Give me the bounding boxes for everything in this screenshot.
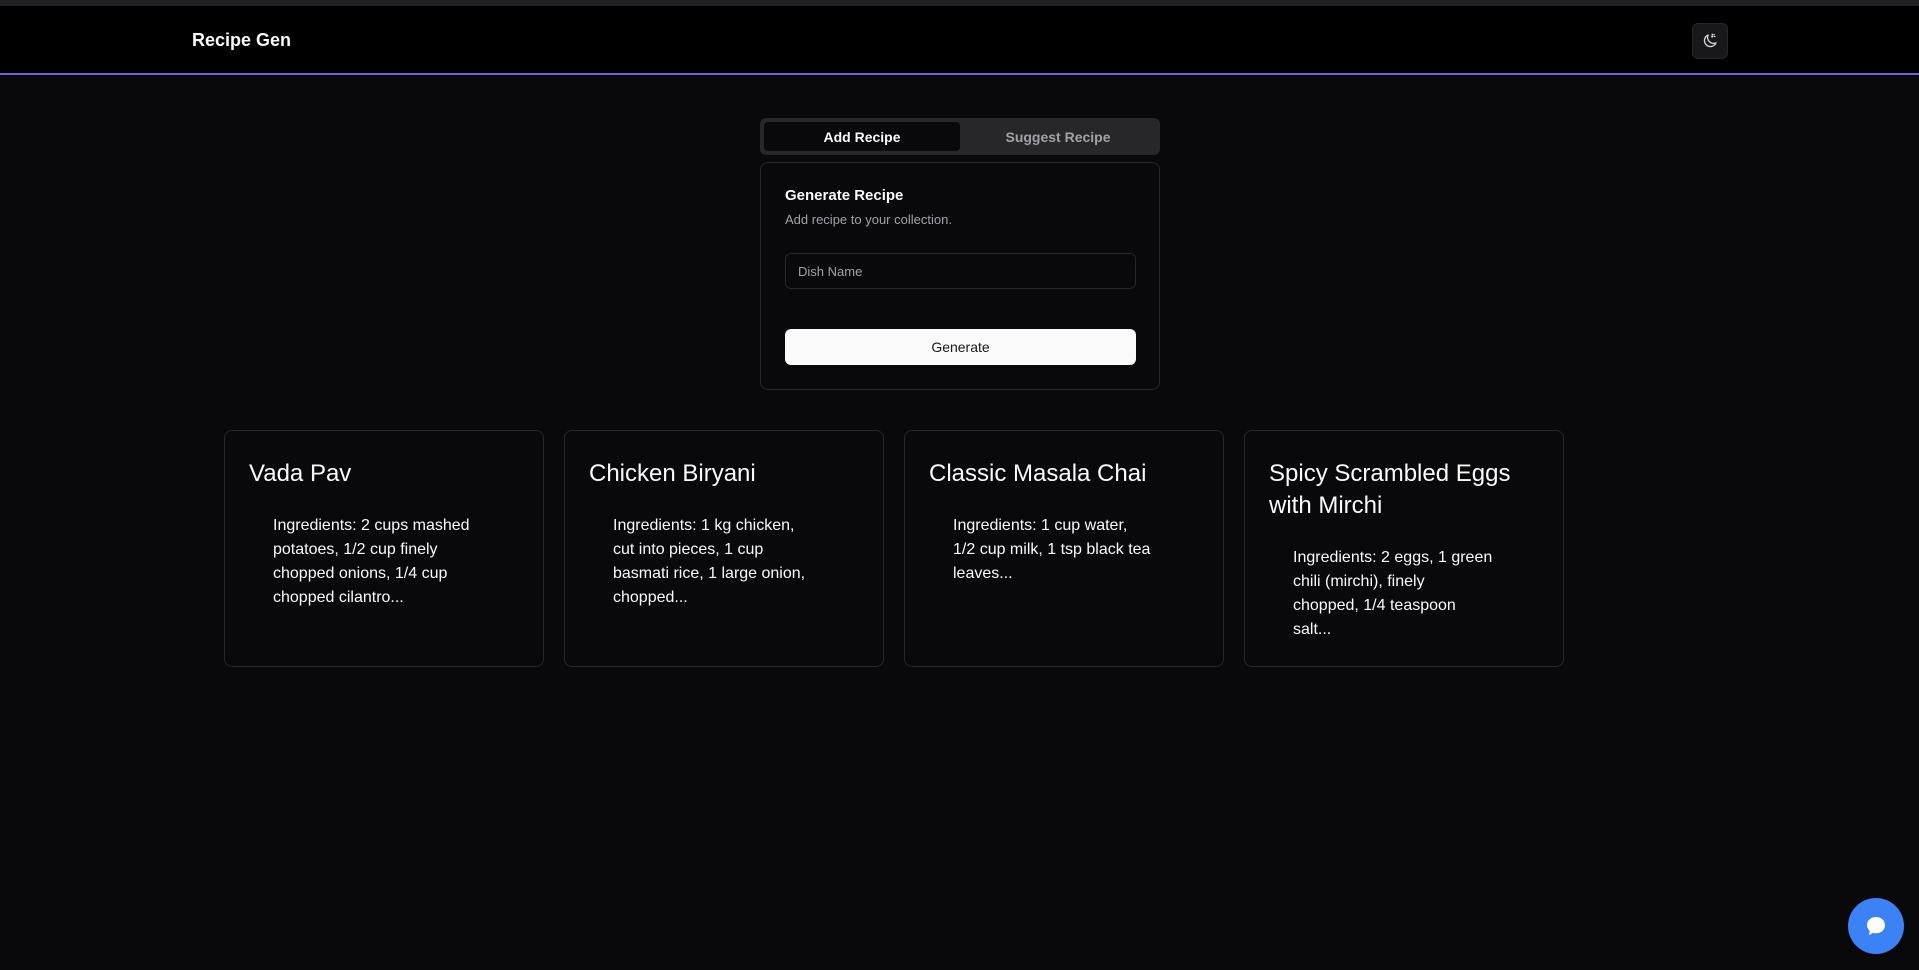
chat-button[interactable] [1848,898,1904,954]
recipe-ingredients: Ingredients: 1 kg chicken, cut into piec… [613,517,806,606]
recipe-ingredients: Ingredients: 2 cups mashed potatoes, 1/2… [273,517,470,606]
moon-sun-icon [1703,33,1717,48]
tab-suggest-recipe[interactable]: Suggest Recipe [960,122,1156,151]
recipe-title: Classic Masala Chai [929,460,1147,487]
recipe-card-vada-pav[interactable]: Vada Pav Ingredients: 2 cups mashed pota… [224,430,544,667]
recipe-tabs: Add Recipe Suggest Recipe [760,118,1160,155]
chat-bubble-icon [1867,917,1885,935]
card-title: Generate Recipe [785,187,904,204]
recipe-title: Vada Pav [249,460,352,487]
theme-toggle-button[interactable] [1692,23,1728,59]
recipe-card-classic-masala-chai[interactable]: Classic Masala Chai Ingredients: 1 cup w… [904,430,1224,667]
brand-title[interactable]: Recipe Gen [192,30,291,51]
recipe-title: Spicy Scrambled Eggs with Mirchi [1269,460,1511,519]
generate-recipe-card: Generate Recipe Add recipe to your colle… [760,162,1160,390]
recipe-card-chicken-biryani[interactable]: Chicken Biryani Ingredients: 1 kg chicke… [564,430,884,667]
recipe-card-spicy-scrambled-eggs[interactable]: Spicy Scrambled Eggs with Mirchi Ingredi… [1244,430,1564,667]
navbar: Recipe Gen [0,6,1919,75]
card-description: Add recipe to your collection. [785,212,952,227]
dish-name-input[interactable] [785,253,1136,289]
recipe-ingredients: Ingredients: 1 cup water, 1/2 cup milk, … [953,517,1151,582]
recipe-title: Chicken Biryani [589,460,756,487]
tab-add-recipe[interactable]: Add Recipe [764,122,960,151]
recipe-ingredients: Ingredients: 2 eggs, 1 green chili (mirc… [1293,549,1493,638]
generate-button[interactable]: Generate [785,329,1136,365]
